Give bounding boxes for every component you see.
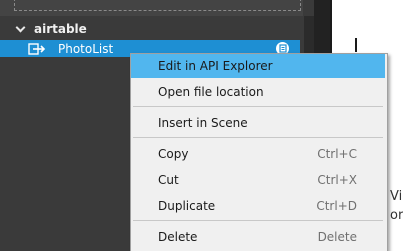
background-text-line-1: Vi — [390, 189, 403, 204]
menu-item-delete[interactable]: Delete Delete — [131, 225, 385, 249]
menu-item-shortcut: Ctrl+C — [317, 147, 357, 161]
panel-top-strip — [0, 0, 303, 16]
menu-item-label: Duplicate — [158, 199, 216, 213]
menu-item-duplicate[interactable]: Duplicate Ctrl+D — [131, 194, 385, 218]
panel-border-accent — [355, 38, 357, 52]
panel-border — [330, 0, 332, 60]
menu-item-label: Insert in Scene — [158, 116, 248, 130]
tree-item-label: PhotoList — [58, 41, 114, 56]
tree-group-airtable[interactable]: airtable — [0, 19, 300, 38]
menu-separator — [133, 220, 383, 221]
menu-item-label: Cut — [158, 173, 179, 187]
menu-item-shortcut: Delete — [317, 230, 357, 244]
menu-item-insert-in-scene[interactable]: Insert in Scene — [131, 111, 385, 135]
menu-item-label: Copy — [158, 147, 189, 161]
menu-separator — [133, 106, 383, 107]
menu-item-label: Delete — [158, 230, 198, 244]
menu-item-edit-in-api-explorer[interactable]: Edit in API Explorer — [131, 54, 385, 78]
context-menu: Edit in API Explorer Open file location … — [130, 53, 388, 251]
menu-item-cut[interactable]: Cut Ctrl+X — [131, 168, 385, 192]
menu-item-shortcut: Ctrl+X — [317, 173, 357, 187]
screenshot-stage: airtable PhotoList Vi or Edit in API Exp… — [0, 0, 403, 251]
menu-item-open-file-location[interactable]: Open file location — [131, 80, 385, 104]
menu-separator — [133, 137, 383, 138]
menu-item-label: Open file location — [158, 85, 264, 99]
menu-item-copy[interactable]: Copy Ctrl+C — [131, 142, 385, 166]
connector-arrow-icon — [28, 42, 46, 55]
chevron-down-icon[interactable] — [16, 24, 26, 34]
menu-item-shortcut: Ctrl+D — [316, 199, 357, 213]
menu-item-label: Edit in API Explorer — [158, 59, 273, 73]
tree-group-label: airtable — [34, 21, 87, 36]
drop-zone-outline — [14, 0, 301, 11]
background-text-line-2: or — [390, 208, 403, 223]
